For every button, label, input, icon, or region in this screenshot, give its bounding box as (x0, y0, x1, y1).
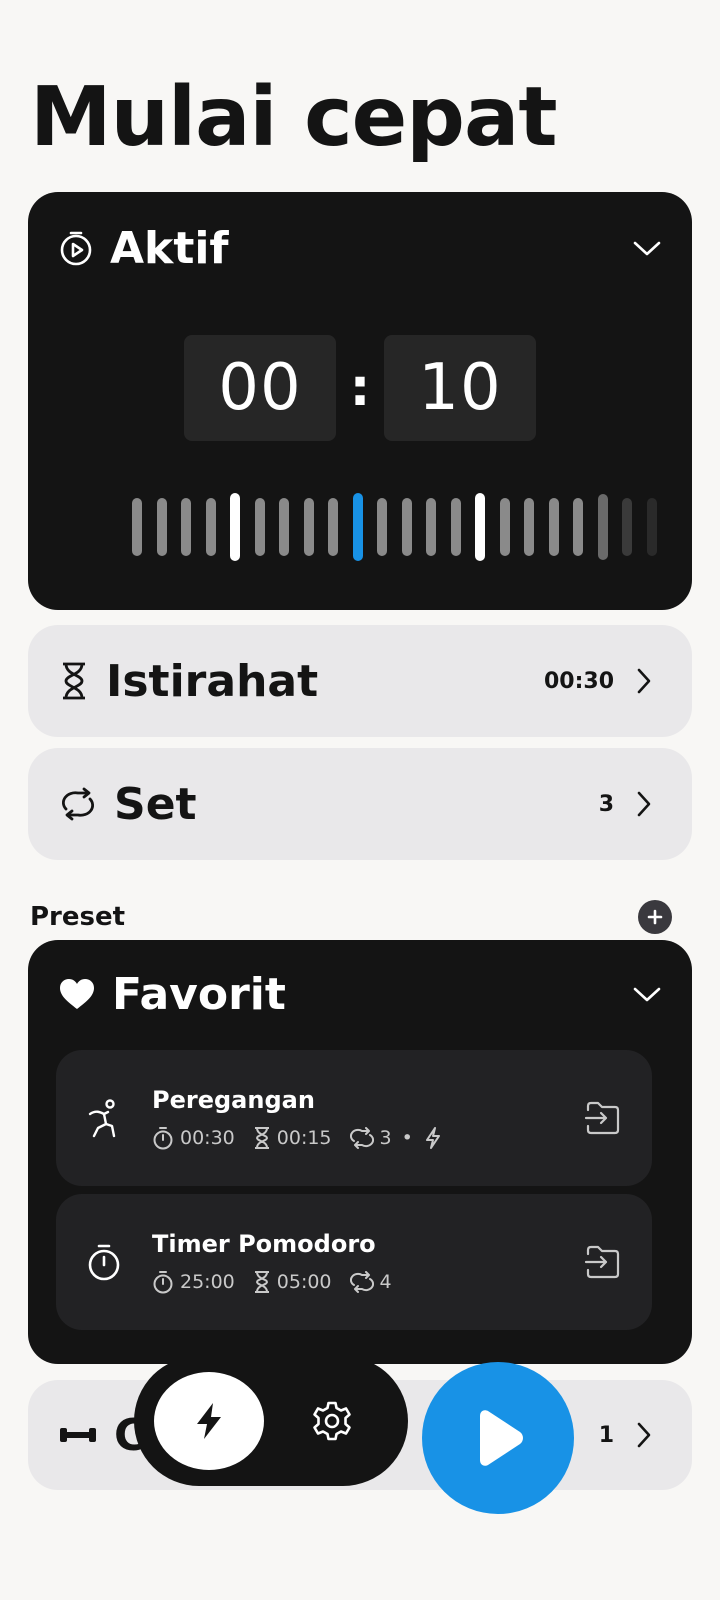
repeat-icon (349, 1271, 374, 1293)
play-icon (470, 1408, 526, 1468)
preset-active-time: 25:00 (180, 1271, 235, 1293)
wheel-tick (132, 498, 142, 556)
wheel-tick (548, 498, 559, 556)
wheel-tick (524, 498, 534, 556)
stopwatch-play-icon (58, 230, 94, 266)
wheel-tick (450, 498, 461, 556)
chevron-right-icon (636, 667, 652, 695)
preset-item[interactable]: Timer Pomodoro 25:00 05:00 4 (56, 1194, 652, 1330)
active-card: Aktif 00 : 10 (28, 192, 692, 610)
repeat-icon (349, 1127, 374, 1149)
page-title: Mulai cepat (30, 70, 558, 165)
wheel-tick (205, 498, 216, 556)
hourglass-icon (253, 1270, 271, 1294)
seconds-display[interactable]: 10 (384, 335, 536, 441)
wheel-tick (499, 498, 510, 556)
chevron-down-icon[interactable] (632, 984, 662, 1004)
rest-label: Istirahat (106, 655, 319, 707)
preset-item[interactable]: Peregangan 00:30 00:15 3 • (56, 1050, 652, 1186)
preset-sets: 4 (379, 1271, 392, 1293)
wheel-tick (181, 498, 191, 556)
preset-name: Peregangan (152, 1086, 315, 1114)
preset-rest-time: 05:00 (276, 1271, 332, 1293)
start-timer-button[interactable] (422, 1362, 574, 1514)
chevron-right-icon (636, 790, 652, 818)
workout-value: 1 (598, 1422, 614, 1448)
rest-value: 00:30 (543, 668, 614, 694)
stretch-icon (86, 1098, 122, 1138)
hourglass-icon (253, 1126, 271, 1150)
rest-row[interactable]: Istirahat 00:30 (28, 625, 692, 737)
chevron-down-icon[interactable] (632, 238, 662, 258)
preset-label: Preset (30, 902, 126, 932)
wheel-tick (377, 498, 387, 556)
wheel-tick (156, 498, 167, 556)
preset-rest-time: 00:15 (276, 1127, 332, 1149)
bottom-nav (134, 1356, 408, 1486)
heart-icon (58, 977, 96, 1011)
stopwatch-icon (152, 1270, 174, 1294)
wheel-tick (352, 493, 363, 561)
stopwatch-icon (152, 1126, 174, 1150)
wheel-tick (254, 498, 265, 556)
dumbbell-icon (58, 1423, 98, 1447)
time-separator: : (349, 358, 371, 418)
sets-value: 3 (598, 791, 614, 817)
preset-sets: 3 (379, 1127, 392, 1149)
time-wheel-slider[interactable] (132, 492, 692, 562)
wheel-tick (573, 498, 583, 556)
preset-name: Timer Pomodoro (152, 1230, 376, 1258)
wheel-tick (475, 493, 485, 561)
load-preset-icon[interactable] (584, 1100, 622, 1136)
favorites-card: Favorit Peregangan 00:30 00:15 3 • Timer… (28, 940, 692, 1364)
nav-quick-start-button[interactable] (154, 1372, 264, 1470)
favorites-title: Favorit (112, 968, 286, 1020)
wheel-tick (597, 494, 608, 560)
plus-icon (647, 909, 663, 925)
load-preset-icon[interactable] (584, 1244, 622, 1280)
repeat-icon (58, 787, 98, 821)
wheel-tick (328, 498, 338, 556)
chevron-right-icon (636, 1421, 652, 1449)
wheel-tick (646, 498, 657, 556)
meta-separator: • (401, 1127, 413, 1149)
preset-header: Preset (30, 900, 672, 934)
gear-icon (310, 1399, 354, 1443)
wheel-tick (230, 493, 240, 561)
active-title: Aktif (110, 222, 229, 274)
wheel-tick (401, 498, 412, 556)
wheel-tick (622, 498, 632, 556)
hourglass-icon (58, 661, 90, 701)
minutes-display[interactable]: 00 (184, 335, 336, 441)
nav-settings-button[interactable] (302, 1391, 362, 1451)
add-preset-button[interactable] (638, 900, 672, 934)
sets-row[interactable]: Set 3 (28, 748, 692, 860)
bolt-icon (192, 1401, 226, 1441)
bolt-icon (423, 1126, 443, 1150)
wheel-tick (279, 498, 289, 556)
wheel-tick (426, 498, 436, 556)
wheel-tick (303, 498, 314, 556)
sets-label: Set (114, 778, 197, 830)
stopwatch-icon (86, 1242, 122, 1282)
preset-active-time: 00:30 (180, 1127, 235, 1149)
